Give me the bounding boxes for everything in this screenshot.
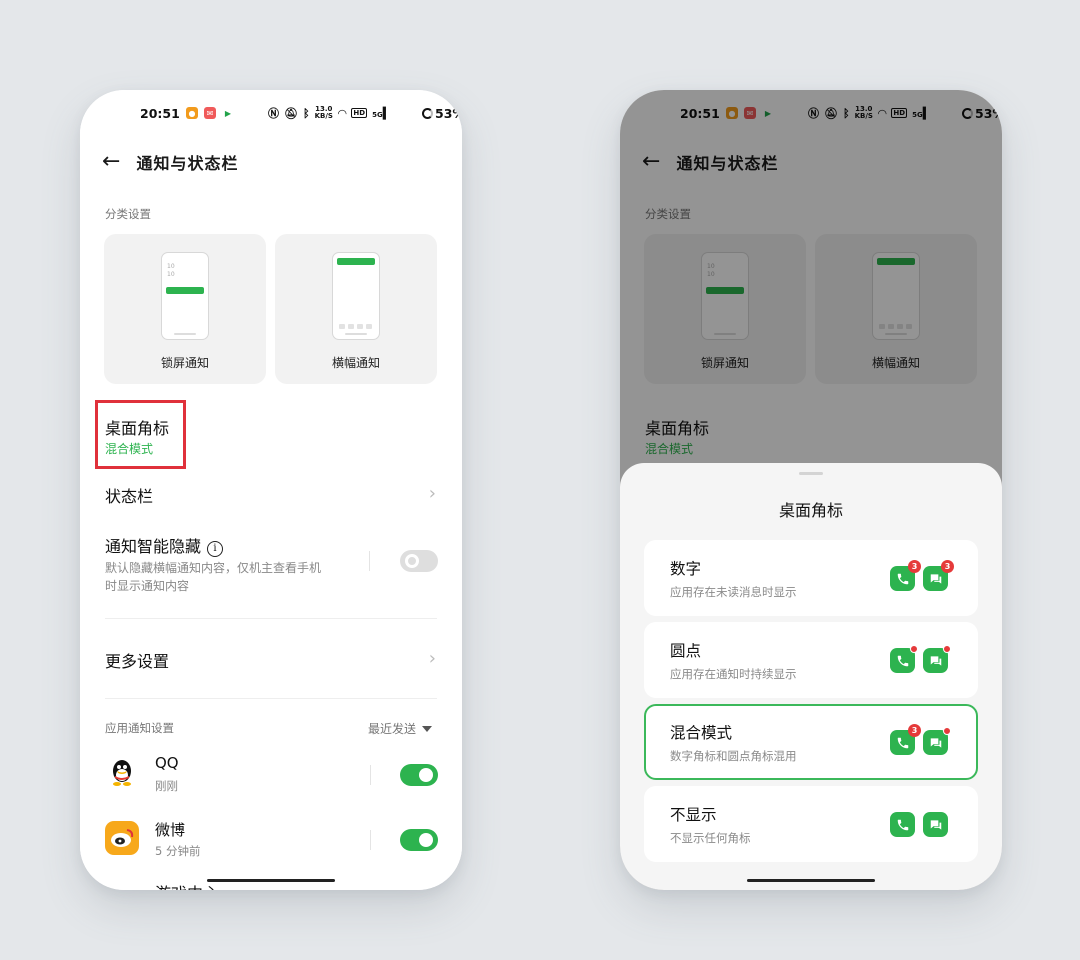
weibo-icon: [105, 821, 139, 855]
app-row-weibo[interactable]: 微博 5 分钟前: [105, 819, 438, 869]
qq-notification-toggle[interactable]: [400, 764, 438, 786]
mini-clock: 10 10: [167, 263, 175, 278]
dot-badge: [943, 645, 951, 653]
more-settings-row[interactable]: 更多设置: [105, 648, 169, 672]
message-icon: 3: [923, 560, 954, 591]
message-icon: [923, 645, 951, 673]
category-section-label: 分类设置: [105, 207, 151, 221]
sheet-title: 桌面角标: [778, 501, 843, 520]
battery-indicator: 53%: [422, 106, 462, 121]
divider: [105, 698, 437, 699]
number-badge: 3: [941, 560, 954, 573]
settings-screen: 20:51 ● ✉ ▶ Ⓝ 🔕︎ ᛒ 13.0 KB/S ◠ HD 5G▍ 53%…: [80, 90, 462, 890]
phone-icon: 3: [890, 560, 921, 591]
banner-preview: [332, 252, 380, 340]
page-header: ← 通知与状态栏: [102, 150, 238, 174]
back-arrow-icon[interactable]: ←: [102, 151, 120, 173]
status-system-icons: Ⓝ 🔕︎ ᛒ 13.0 KB/S ◠ HD 5G▍: [268, 105, 391, 121]
smart-hide-desc-1: 默认隐藏横幅通知内容，仅机主查看手机: [105, 561, 322, 575]
app-name: 微博: [155, 821, 186, 839]
smart-hide-desc-2: 时显示通知内容: [105, 579, 190, 593]
app-notification-label: 应用通知设置: [105, 721, 174, 735]
badge-option-mixed[interactable]: 混合模式 数字角标和圆点角标混用 3: [644, 704, 978, 780]
preview-home-bar: [174, 333, 196, 335]
highlight-annotation-box: [95, 400, 186, 469]
sheet-drag-handle[interactable]: [799, 472, 823, 475]
number-badge: 3: [908, 724, 921, 737]
preview-banner-bar: [337, 258, 375, 265]
badge-preview: [890, 645, 951, 673]
nfc-icon: Ⓝ: [268, 107, 279, 120]
badge-preview: [890, 812, 948, 837]
settings-screen-dimmed: 20:51 ● ✉ ▶ Ⓝ 🔕︎ ᛒ 13.0 KB/S ◠ HD 5G▍ 53%…: [620, 90, 1002, 890]
option-title: 数字: [670, 560, 702, 578]
status-bar-row[interactable]: 状态栏: [105, 483, 153, 507]
banner-notification-card[interactable]: 横幅通知: [275, 234, 437, 384]
phone-settings-screen: 20:51 ● ✉ ▶ Ⓝ 🔕︎ ᛒ 13.0 KB/S ◠ HD 5G▍ 53%…: [80, 90, 462, 890]
speed-icon: 13.0 KB/S: [314, 105, 333, 120]
option-desc: 数字角标和圆点角标混用: [670, 749, 797, 763]
chevron-right-icon: ›: [428, 648, 436, 669]
weibo-notification-toggle[interactable]: [400, 829, 438, 851]
mute-icon: 🔕︎: [284, 106, 298, 120]
home-indicator[interactable]: [747, 879, 875, 882]
dot-badge: [910, 645, 918, 653]
preview-home-bar: [345, 333, 367, 335]
bluetooth-icon: ᛒ: [302, 106, 310, 120]
option-desc: 应用存在通知时持续显示: [670, 667, 797, 681]
wifi-icon: ◠: [337, 106, 347, 120]
option-title: 不显示: [670, 806, 717, 824]
badge-option-dot[interactable]: 圆点 应用存在通知时持续显示: [644, 622, 978, 698]
badge-style-sheet: 桌面角标 数字 应用存在未读消息时显示 3 3 圆点 应用存在通知时持续显示 混…: [620, 463, 1002, 890]
banner-card-label: 横幅通知: [331, 356, 380, 370]
badge-option-number[interactable]: 数字 应用存在未读消息时显示 3 3: [644, 540, 978, 616]
app-name: QQ: [155, 754, 179, 772]
status-time: 20:51: [140, 105, 180, 121]
caret-down-icon: [422, 726, 432, 732]
home-indicator[interactable]: [207, 879, 335, 882]
dot-badge: [943, 727, 951, 735]
lockscreen-notification-card[interactable]: 10 10 锁屏通知: [104, 234, 266, 384]
message-icon: [923, 727, 951, 755]
option-desc: 应用存在未读消息时显示: [670, 585, 797, 599]
app-time: 5 分钟前: [155, 844, 201, 858]
mail-status-icon: ✉: [204, 107, 216, 119]
separator: [369, 551, 370, 571]
lockscreen-card-label: 锁屏通知: [160, 356, 209, 370]
info-icon[interactable]: i: [207, 541, 224, 557]
separator: [370, 765, 371, 785]
phone-icon: [890, 812, 915, 837]
app-time: 刚刚: [155, 779, 178, 793]
message-icon: [923, 812, 948, 837]
preview-notification-bar: [166, 287, 204, 294]
badge-preview: 3: [890, 724, 951, 755]
smart-hide-title: 通知智能隐藏 i: [105, 533, 224, 557]
option-title: 圆点: [670, 642, 702, 660]
lockscreen-preview: 10 10: [161, 252, 209, 340]
chevron-right-icon: ›: [428, 483, 436, 504]
number-badge: 3: [908, 560, 921, 573]
signal-icon: 5G▍: [372, 106, 392, 120]
battery-icon: [422, 107, 433, 119]
phone-icon: [890, 645, 918, 673]
divider: [105, 618, 437, 619]
app-row-qq[interactable]: QQ 刚刚: [105, 754, 438, 804]
status-app-icons: ● ✉ ▶: [186, 107, 234, 119]
page-title: 通知与状态栏: [136, 154, 239, 173]
status-bar: 20:51 ● ✉ ▶ Ⓝ 🔕︎ ᛒ 13.0 KB/S ◠ HD 5G▍ 53%: [80, 104, 462, 122]
phone-icon: 3: [890, 724, 921, 755]
option-desc: 不显示任何角标: [670, 831, 751, 845]
preview-dock: [339, 324, 372, 329]
badge-preview: 3 3: [890, 560, 954, 591]
sort-dropdown[interactable]: 最近发送: [368, 720, 432, 737]
separator: [370, 830, 371, 850]
option-title: 混合模式: [670, 724, 733, 742]
phone-badge-sheet-screen: 20:51 ● ✉ ▶ Ⓝ 🔕︎ ᛒ 13.0 KB/S ◠ HD 5G▍ 53%…: [620, 90, 1002, 890]
qq-icon: [105, 756, 139, 790]
smart-hide-toggle[interactable]: [400, 550, 438, 572]
hd-icon: HD: [351, 108, 368, 118]
play-status-icon: ▶: [222, 107, 234, 119]
badge-option-none[interactable]: 不显示 不显示任何角标: [644, 786, 978, 862]
weibo-status-icon: ●: [186, 107, 198, 119]
